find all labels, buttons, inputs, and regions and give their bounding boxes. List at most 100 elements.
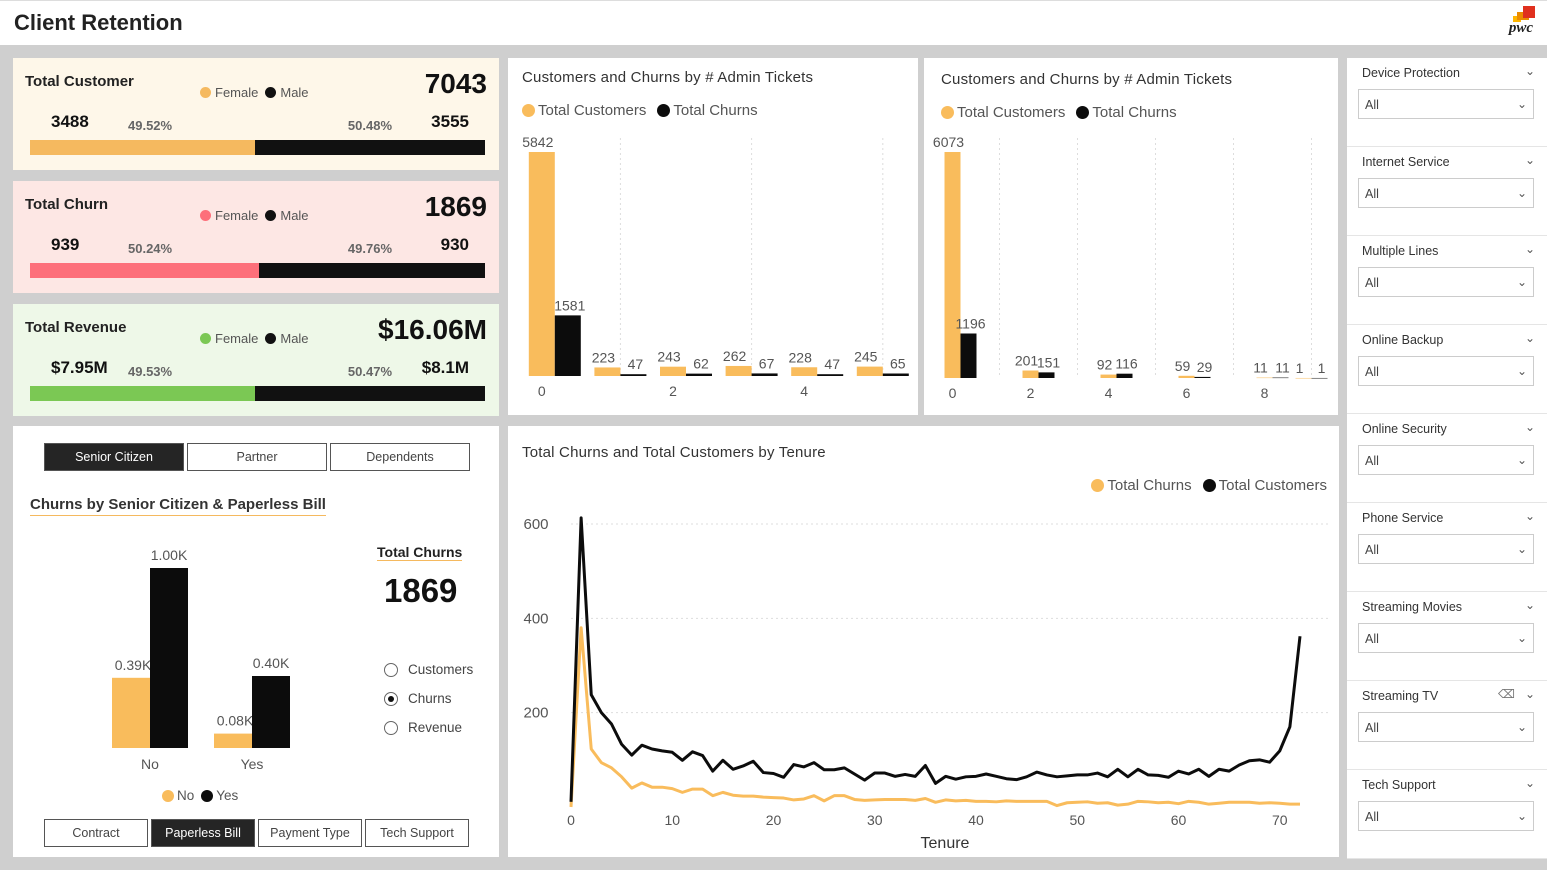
- tab-dependents[interactable]: Dependents: [330, 443, 470, 471]
- streaming-movies-dropdown[interactable]: All ⌄: [1358, 623, 1534, 653]
- kpi-split-fill: [30, 263, 259, 278]
- bar-churns[interactable]: [1311, 377, 1328, 379]
- bar-churns[interactable]: [882, 373, 909, 376]
- bar-customers[interactable]: [1295, 377, 1312, 379]
- radio-circle[interactable]: [384, 662, 398, 677]
- bar-churns[interactable]: [620, 374, 647, 376]
- device-protection-dropdown[interactable]: All ⌄: [1358, 89, 1534, 119]
- admin-tickets-chart-2[interactable]: Customers and Churns by # Admin Tickets …: [924, 58, 1338, 415]
- bar-customers[interactable]: [594, 367, 621, 376]
- chevron-down-icon[interactable]: ⌄: [1525, 153, 1535, 167]
- bar-churns[interactable]: [817, 374, 844, 376]
- bar-churns[interactable]: [554, 315, 581, 376]
- tab-contract[interactable]: Contract: [44, 819, 148, 847]
- chevron-down-icon[interactable]: ⌄: [1525, 242, 1535, 256]
- x-tick-label: 4: [800, 383, 808, 399]
- title-part: Senior Citizen: [108, 496, 209, 513]
- radio-revenue[interactable]: Revenue: [384, 713, 473, 742]
- tenure-chart[interactable]: Total Churns and Total Customers by Tenu…: [508, 426, 1339, 857]
- bar-customers[interactable]: [725, 365, 752, 376]
- bar-no[interactable]: [112, 677, 150, 748]
- bar-yes[interactable]: [252, 676, 290, 748]
- bar-customers[interactable]: [660, 366, 686, 376]
- dropdown-value: All: [1365, 276, 1379, 290]
- tab-tech-support[interactable]: Tech Support: [365, 819, 469, 847]
- phone-service-dropdown[interactable]: All ⌄: [1358, 534, 1534, 564]
- radio-circle[interactable]: [384, 720, 398, 735]
- kpi-card-0: Total Customer Female Male 7043 3488 49.52% 50…: [13, 58, 499, 170]
- series-line-customers[interactable]: [569, 516, 1302, 802]
- bar-customers[interactable]: [791, 367, 818, 376]
- data-label: 67: [759, 355, 775, 371]
- dropdown-value: All: [1365, 543, 1379, 557]
- radio-circle[interactable]: [384, 691, 398, 706]
- tab-senior-citizen[interactable]: Senior Citizen: [44, 443, 184, 471]
- data-label: 151: [1037, 354, 1061, 370]
- series-line-churns[interactable]: [569, 626, 1300, 808]
- bar-customers[interactable]: [528, 152, 555, 376]
- bar-yes[interactable]: [150, 568, 188, 748]
- title-part: by: [86, 496, 105, 513]
- kpi-card-1: Total Churn Female Male 1869 939 50.24% 49.76%…: [13, 181, 499, 293]
- bar-customers[interactable]: [1178, 375, 1195, 378]
- kpi-legend: Female Male: [200, 208, 309, 223]
- bar-customers[interactable]: [1100, 374, 1117, 378]
- data-label: 47: [628, 356, 644, 372]
- multiple-lines-dropdown[interactable]: All ⌄: [1358, 267, 1534, 297]
- eraser-icon[interactable]: ⌫: [1498, 687, 1515, 701]
- tab-paperless-bill[interactable]: Paperless Bill: [151, 819, 255, 847]
- bar-customers[interactable]: [944, 152, 961, 378]
- chevron-down-icon: ⌄: [1516, 97, 1527, 111]
- bar-no[interactable]: [214, 733, 252, 748]
- bar-churns[interactable]: [1116, 373, 1133, 378]
- kpi-male-value: 930: [440, 235, 469, 254]
- internet-service-dropdown[interactable]: All ⌄: [1358, 178, 1534, 208]
- filter-slicers: Device Protection ⌄ All ⌄ Internet Service ⌄ A…: [1347, 58, 1547, 859]
- slicer-title: Streaming TV: [1362, 689, 1439, 703]
- page-title: Client Retention: [14, 10, 183, 35]
- bar-customers[interactable]: [856, 366, 883, 376]
- data-label: 92: [1097, 357, 1113, 373]
- tech-support-dropdown[interactable]: All ⌄: [1358, 801, 1534, 831]
- kpi-name: Total Customer: [25, 73, 134, 90]
- x-tick-label: 40: [968, 812, 984, 828]
- chevron-down-icon[interactable]: ⌄: [1525, 331, 1535, 345]
- title-part: Churns: [30, 496, 83, 513]
- online-security-dropdown[interactable]: All ⌄: [1358, 445, 1534, 475]
- streaming-tv-dropdown[interactable]: All ⌄: [1358, 712, 1534, 742]
- chevron-down-icon[interactable]: ⌄: [1525, 509, 1535, 523]
- kpi-female-pct: 49.52%: [128, 118, 173, 133]
- x-tick-label: 70: [1272, 812, 1288, 828]
- chevron-down-icon: ⌄: [1516, 542, 1527, 556]
- data-label: 1: [1296, 360, 1304, 376]
- x-tick-label: 0: [949, 385, 957, 401]
- chevron-down-icon[interactable]: ⌄: [1525, 64, 1535, 78]
- dropdown-value: All: [1365, 98, 1379, 112]
- slicer-online-backup: Online Backup ⌄ All ⌄: [1347, 325, 1547, 414]
- bar-churns[interactable]: [1038, 372, 1055, 378]
- slicer-title: Online Backup: [1362, 333, 1444, 347]
- legend-label: No: [177, 788, 195, 803]
- tab-partner[interactable]: Partner: [187, 443, 327, 471]
- legend-dot-female: [200, 87, 211, 98]
- chevron-down-icon[interactable]: ⌄: [1525, 598, 1535, 612]
- radio-customers[interactable]: Customers: [384, 655, 473, 684]
- bar-churns[interactable]: [751, 373, 778, 376]
- data-label: 116: [1115, 356, 1138, 372]
- bar-customers[interactable]: [1256, 377, 1273, 379]
- data-label: 11: [1275, 360, 1290, 376]
- kpi-split-bar: [30, 263, 485, 278]
- bar-churns[interactable]: [686, 373, 712, 376]
- admin-tickets-chart-1[interactable]: Customers and Churns by # Admin Tickets …: [508, 58, 918, 415]
- bar-customers[interactable]: [1022, 370, 1039, 378]
- bar-churns[interactable]: [1272, 377, 1289, 379]
- data-label: 5842: [522, 134, 553, 150]
- tab-payment-type[interactable]: Payment Type: [258, 819, 362, 847]
- bar-churns[interactable]: [1194, 376, 1211, 378]
- chevron-down-icon[interactable]: ⌄: [1525, 776, 1535, 790]
- radio-churns[interactable]: Churns: [384, 684, 473, 713]
- chevron-down-icon[interactable]: ⌄: [1525, 420, 1535, 434]
- bar-churns[interactable]: [960, 333, 977, 378]
- chevron-down-icon[interactable]: ⌄: [1525, 687, 1535, 701]
- online-backup-dropdown[interactable]: All ⌄: [1358, 356, 1534, 386]
